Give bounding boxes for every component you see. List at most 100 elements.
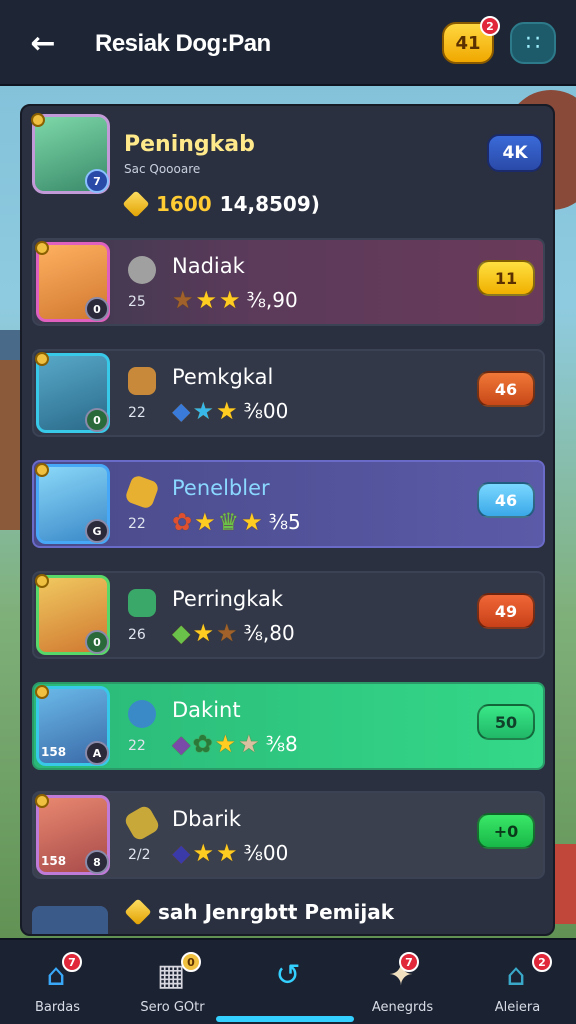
nav-label: Aenegrds bbox=[371, 1000, 434, 1015]
row-level-badge: 0 bbox=[85, 408, 109, 432]
bottom-navigation: ⌂ 7 Bardas ▦ 0 Sero GOtr ↺ ✦ 7 Aenegrds … bbox=[0, 938, 576, 1024]
row-level-badge: A bbox=[85, 741, 109, 765]
nav-item-home-base[interactable]: ⌂ 2 Aleiera bbox=[460, 940, 575, 1024]
purple-gem-icon: ◆ bbox=[172, 730, 191, 758]
corner-gem-icon bbox=[35, 241, 49, 255]
pet-icon bbox=[128, 256, 156, 284]
leaderboard-row[interactable]: G Penelbler 22 ✿ ★ ♛ ★ ⅜5 46 bbox=[32, 460, 545, 548]
row-score: ⅜00 bbox=[243, 399, 289, 423]
row-rank-button[interactable]: +0 bbox=[477, 813, 535, 849]
leaderboard-row[interactable]: 158 A Dakint 22 ◆ ✿ ★ ★ ⅜8 50 bbox=[32, 682, 545, 770]
row-avatar: 0 bbox=[35, 574, 110, 655]
bronze-star-icon: ★ bbox=[172, 286, 194, 314]
turtle-icon bbox=[128, 367, 156, 395]
gold-star-icon: ★ bbox=[241, 508, 263, 536]
nav-item-shop[interactable]: ▦ 0 Sero GOtr bbox=[115, 940, 230, 1024]
gold-star-icon: ★ bbox=[215, 397, 238, 425]
nav-item-rewards[interactable]: ✦ 7 Aenegrds bbox=[345, 940, 460, 1024]
row-rating: ✿ ★ ♛ ★ ⅜5 bbox=[172, 510, 301, 534]
leaderboard-row[interactable]: 158 8 Dbarik 2/2 ◆ ★ ★ ⅜00 +0 bbox=[32, 791, 545, 879]
player-rank-button[interactable]: 4K bbox=[487, 134, 543, 172]
panel-footer: sah Jenrgbtt Pemijak bbox=[32, 898, 547, 934]
player-subtitle: Sac Qoooare bbox=[124, 162, 201, 176]
nav-item-swap[interactable]: ↺ bbox=[230, 940, 345, 1024]
gold-star-icon: ★ bbox=[219, 286, 241, 314]
row-rating: ◆ ★ ★ ⅜,80 bbox=[172, 621, 295, 645]
row-rank: 22 bbox=[128, 516, 146, 532]
row-rank-button[interactable]: 50 bbox=[477, 704, 535, 740]
row-name: Dakint bbox=[172, 698, 241, 722]
nav-notification-badge: 7 bbox=[62, 952, 82, 972]
back-arrow-icon: ← bbox=[30, 25, 56, 61]
player-card[interactable]: 7 Peningkab Sac Qoooare 1600 14,8509) 4K bbox=[31, 113, 547, 226]
player-score: 14,8509) bbox=[219, 192, 320, 216]
top-bar: ← Resiak Dog:Pan 41 2 ∷ bbox=[0, 0, 576, 86]
gold-gem-icon bbox=[122, 190, 150, 218]
row-rank: 25 bbox=[128, 294, 146, 310]
row-avatar: 0 bbox=[35, 241, 110, 322]
row-level-badge: G bbox=[85, 519, 109, 543]
grid-dots-icon: ∷ bbox=[526, 30, 540, 56]
back-button[interactable]: ← bbox=[22, 22, 64, 64]
row-score: ⅜00 bbox=[243, 841, 289, 865]
row-rank-button[interactable]: 46 bbox=[477, 482, 535, 518]
leaderboard-row[interactable]: 0 Nadiak 25 ★ ★ ★ ⅜,90 11 bbox=[32, 238, 545, 326]
blue-gem-icon: ◆ bbox=[172, 397, 191, 425]
row-rank: 2/2 bbox=[128, 847, 151, 863]
leaderboard-panel: 7 Peningkab Sac Qoooare 1600 14,8509) 4K… bbox=[20, 104, 555, 936]
gold-star-icon: ★ bbox=[215, 839, 238, 867]
silver-star-icon: ★ bbox=[238, 730, 260, 758]
dark-gem-icon: ◆ bbox=[172, 839, 191, 867]
row-level-badge: 8 bbox=[85, 850, 109, 874]
nav-notification-badge: 7 bbox=[399, 952, 419, 972]
row-rank-button[interactable]: 46 bbox=[477, 371, 535, 407]
corner-gem-icon bbox=[35, 685, 49, 699]
row-level-badge: 0 bbox=[85, 297, 109, 321]
gold-star-icon: ★ bbox=[192, 619, 214, 647]
player-stats: 1600 14,8509) bbox=[122, 190, 320, 218]
coin-count: 41 bbox=[455, 32, 481, 54]
gold-star-icon: ★ bbox=[194, 508, 216, 536]
player-avatar-corner-gem-icon bbox=[31, 113, 45, 127]
row-level-badge: 0 bbox=[85, 630, 109, 654]
row-score: ⅜8 bbox=[265, 732, 298, 756]
nav-notification-badge: 0 bbox=[181, 952, 201, 972]
sword-icon bbox=[122, 803, 162, 843]
row-name: Pemkgkal bbox=[172, 365, 274, 389]
gold-gem-icon bbox=[124, 898, 152, 926]
coin-counter-button[interactable]: 41 2 bbox=[442, 16, 500, 64]
row-avatar: 158 8 bbox=[35, 794, 110, 875]
leaderboard-row[interactable]: 0 Pemkgkal 22 ◆ ★ ★ ⅜00 46 bbox=[32, 349, 545, 437]
row-name: Perringkak bbox=[172, 587, 284, 611]
player-level-badge: 7 bbox=[85, 169, 109, 193]
player-gold: 1600 bbox=[156, 192, 212, 216]
footer-banner-icon bbox=[32, 906, 108, 934]
corner-gem-icon bbox=[35, 794, 49, 808]
leaderboard-row[interactable]: 0 Perringkak 26 ◆ ★ ★ ⅜,80 49 bbox=[32, 571, 545, 659]
green-gem-icon: ◆ bbox=[172, 619, 191, 647]
row-name: Nadiak bbox=[172, 254, 245, 278]
player-name: Peningkab bbox=[124, 132, 255, 157]
coin-notification-badge: 2 bbox=[480, 16, 500, 36]
house-icon: ⌂ bbox=[506, 957, 526, 993]
row-avatar: 158 A bbox=[35, 685, 110, 766]
menu-button[interactable]: ∷ bbox=[510, 22, 556, 64]
footer-text: sah Jenrgbtt Pemijak bbox=[124, 898, 394, 926]
corner-gem-icon bbox=[35, 352, 49, 366]
row-score: ⅜,90 bbox=[246, 288, 298, 312]
row-rating: ◆ ★ ★ ⅜00 bbox=[172, 841, 288, 865]
row-avatar: 0 bbox=[35, 352, 110, 433]
player-avatar[interactable]: 7 bbox=[31, 113, 110, 194]
orb-icon bbox=[128, 700, 156, 728]
page-title: Resiak Dog:Pan bbox=[95, 30, 271, 57]
star-wand-icon bbox=[124, 474, 160, 510]
nav-label: Bardas bbox=[35, 1000, 80, 1015]
cyan-star-icon: ★ bbox=[192, 397, 214, 425]
row-avatar: G bbox=[35, 463, 110, 544]
footer-label: sah Jenrgbtt Pemijak bbox=[158, 900, 394, 924]
nav-item-home[interactable]: ⌂ 7 Bardas bbox=[0, 940, 115, 1024]
nav-notification-badge: 2 bbox=[532, 952, 552, 972]
row-rank: 22 bbox=[128, 738, 146, 754]
row-rank-button[interactable]: 11 bbox=[477, 260, 535, 296]
row-rank-button[interactable]: 49 bbox=[477, 593, 535, 629]
